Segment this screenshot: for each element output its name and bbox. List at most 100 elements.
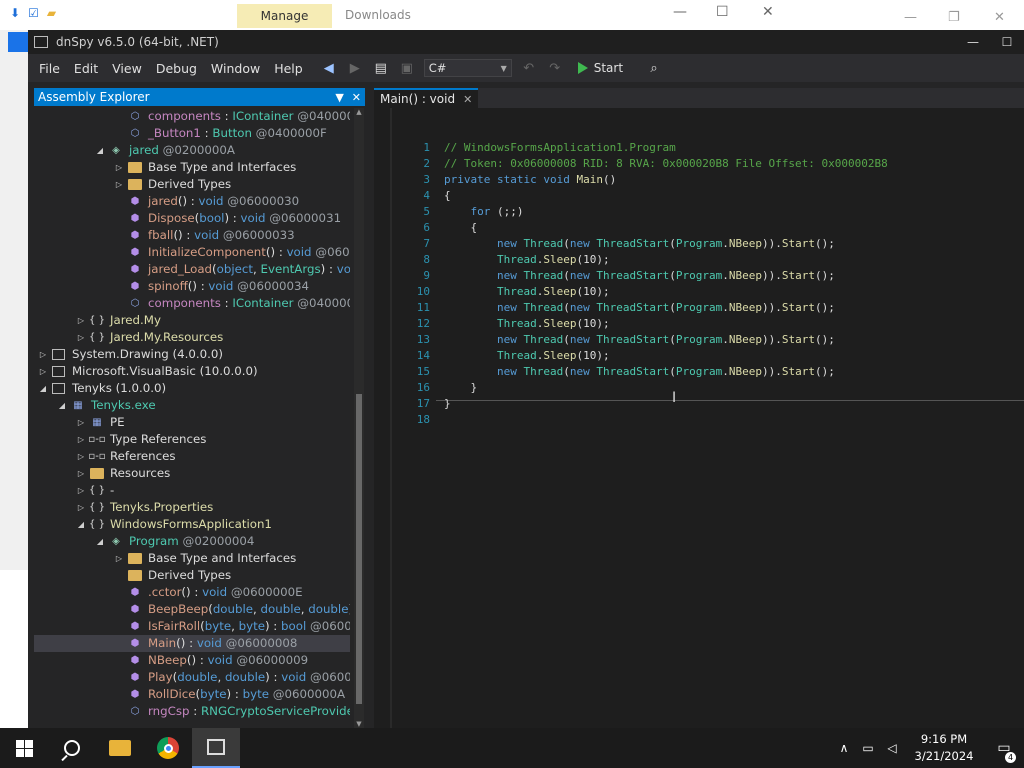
tree-node[interactable]: ⬢ jared_Load(object, EventArgs) : void @ bbox=[34, 261, 350, 278]
clock[interactable]: 9:16 PM 3/21/2024 bbox=[904, 731, 984, 765]
checkbox-icon[interactable]: ☑ bbox=[28, 6, 39, 20]
tree-node[interactable]: ⬢ .cctor() : void @0600000E bbox=[34, 584, 350, 601]
tree-node[interactable]: ▷ ▫-▫ References bbox=[34, 448, 350, 465]
navigate-back-icon[interactable]: ◀ bbox=[320, 59, 338, 77]
expand-arrow-icon[interactable]: ▷ bbox=[76, 312, 86, 329]
tree-node[interactable]: ▷{ } Tenyks.Properties bbox=[34, 499, 350, 516]
expand-arrow-icon[interactable]: ▷ bbox=[114, 159, 124, 176]
tree-node[interactable]: ▷{ } - bbox=[34, 482, 350, 499]
manage-ribbon-tab[interactable]: Manage bbox=[237, 4, 332, 28]
chrome-button[interactable] bbox=[144, 728, 192, 768]
code-editor[interactable]: I 1// WindowsFormsApplication1.Program 2/… bbox=[374, 108, 1024, 728]
tree-node[interactable]: ⬢ Dispose(bool) : void @06000031 bbox=[34, 210, 350, 227]
search-icon[interactable]: ⌕ bbox=[645, 59, 663, 77]
save-icon[interactable]: ▣ bbox=[398, 59, 416, 77]
start-debug-button[interactable]: Start bbox=[577, 61, 623, 75]
expand-arrow-icon[interactable]: ▷ bbox=[38, 363, 48, 380]
expand-arrow-icon[interactable]: ▷ bbox=[114, 550, 124, 567]
panel-menu-icon[interactable]: ▼ bbox=[335, 91, 343, 104]
expand-arrow-icon[interactable]: ▷ bbox=[76, 499, 86, 516]
menu-edit[interactable]: Edit bbox=[67, 61, 105, 76]
navigate-forward-icon[interactable]: ▶ bbox=[346, 59, 364, 77]
tree-node[interactable]: ▷ ▫-▫ Type References bbox=[34, 431, 350, 448]
scrollbar-thumb[interactable] bbox=[356, 394, 362, 704]
tree-node[interactable]: ◢ ▦ Tenyks.exe bbox=[34, 397, 350, 414]
scroll-down-icon[interactable]: ▼ bbox=[354, 720, 364, 728]
tree-node[interactable]: ▷ Base Type and Interfaces bbox=[34, 159, 350, 176]
search-button[interactable] bbox=[48, 728, 96, 768]
menu-file[interactable]: File bbox=[32, 61, 67, 76]
tree-node[interactable]: ▷ System.Drawing (4.0.0.0) bbox=[34, 346, 350, 363]
explorer-scrollbar[interactable]: ▲ ▼ bbox=[354, 108, 364, 728]
expand-arrow-icon[interactable]: ▷ bbox=[114, 176, 124, 193]
file-explorer-button[interactable] bbox=[96, 728, 144, 768]
bg-maximize-button[interactable]: ☐ bbox=[716, 4, 729, 20]
panel-close-icon[interactable]: ✕ bbox=[352, 91, 361, 104]
tree-node[interactable]: ▷ Resources bbox=[34, 465, 350, 482]
collapse-arrow-icon[interactable]: ◢ bbox=[95, 142, 105, 159]
scroll-up-icon[interactable]: ▲ bbox=[354, 108, 364, 116]
tree-node[interactable]: ⬢ jared() : void @06000030 bbox=[34, 193, 350, 210]
tree-node[interactable]: ⬡ rngCsp : RNGCryptoServiceProvider @ bbox=[34, 703, 350, 720]
start-button[interactable] bbox=[0, 728, 48, 768]
tree-node[interactable]: ▷{ } Jared.My.Resources bbox=[34, 329, 350, 346]
tree-node[interactable]: ⬡ _Button1 : Button @0400000F bbox=[34, 125, 350, 142]
tree-node[interactable]: ▷ ▦ PE bbox=[34, 414, 350, 431]
tree-node[interactable]: ⬢ Play(double, double) : void @0600000 bbox=[34, 669, 350, 686]
menu-view[interactable]: View bbox=[105, 61, 149, 76]
outer-minimize-button[interactable]: — bbox=[904, 10, 917, 25]
tree-node[interactable]: ⬢ fball() : void @06000033 bbox=[34, 227, 350, 244]
menu-window[interactable]: Window bbox=[204, 61, 267, 76]
chevron-up-icon[interactable]: ∧ bbox=[832, 741, 856, 755]
tree-node[interactable]: ⬡ components : IContainer @04000010 bbox=[34, 295, 350, 312]
tree-node[interactable]: ▷ Base Type and Interfaces bbox=[34, 550, 350, 567]
download-arrow-icon[interactable]: ⬇ bbox=[10, 6, 20, 20]
tree-node[interactable]: ⬢ Main() : void @06000008 bbox=[34, 635, 350, 652]
tree-node[interactable]: ⬢ IsFairRoll(byte, byte) : bool @0600000E bbox=[34, 618, 350, 635]
collapse-arrow-icon[interactable]: ◢ bbox=[95, 533, 105, 550]
minimize-button[interactable]: — bbox=[956, 30, 990, 54]
tree-node[interactable]: ◢ Tenyks (1.0.0.0) bbox=[34, 380, 350, 397]
outer-close-button[interactable]: ✕ bbox=[994, 10, 1005, 25]
bg-minimize-button[interactable]: — bbox=[673, 4, 687, 20]
tree-node[interactable]: ▷ Derived Types bbox=[34, 176, 350, 193]
expand-arrow-icon[interactable]: ▷ bbox=[76, 465, 86, 482]
tree-node[interactable]: ▷{ } Jared.My bbox=[34, 312, 350, 329]
language-select[interactable]: C# ▼ bbox=[423, 59, 512, 77]
tab-main-void[interactable]: Main() : void ✕ bbox=[374, 88, 479, 108]
tab-close-icon[interactable]: ✕ bbox=[463, 93, 472, 106]
tree-node[interactable]: Derived Types bbox=[34, 567, 350, 584]
network-icon[interactable]: ▭ bbox=[856, 741, 880, 755]
tree-node[interactable]: ⬢ RollDice(byte) : byte @0600000A bbox=[34, 686, 350, 703]
tree-node[interactable]: ⬢ NBeep() : void @06000009 bbox=[34, 652, 350, 669]
tree-node[interactable]: ◢ ◈ jared @0200000A bbox=[34, 142, 350, 159]
collapse-arrow-icon[interactable]: ◢ bbox=[57, 397, 67, 414]
redo-icon[interactable]: ↷ bbox=[546, 59, 564, 77]
collapse-arrow-icon[interactable]: ◢ bbox=[76, 516, 86, 533]
bg-close-button[interactable]: ✕ bbox=[762, 4, 774, 20]
expand-arrow-icon[interactable]: ▷ bbox=[76, 414, 86, 431]
expand-arrow-icon[interactable]: ▷ bbox=[76, 448, 86, 465]
tree-node[interactable]: ◢{ } WindowsFormsApplication1 bbox=[34, 516, 350, 533]
collapse-arrow-icon[interactable]: ◢ bbox=[38, 380, 48, 397]
tree-node[interactable]: ▷ Microsoft.VisualBasic (10.0.0.0) bbox=[34, 363, 350, 380]
tree-node[interactable]: ⬢ InitializeComponent() : void @0600003 bbox=[34, 244, 350, 261]
tree-node[interactable]: ⬡ components : IContainer @0400000E bbox=[34, 108, 350, 125]
volume-muted-icon[interactable]: ◁ bbox=[880, 741, 904, 755]
expand-arrow-icon[interactable]: ▷ bbox=[76, 482, 86, 499]
undo-icon[interactable]: ↶ bbox=[520, 59, 538, 77]
menu-help[interactable]: Help bbox=[267, 61, 310, 76]
outer-restore-button[interactable]: ❐ bbox=[948, 10, 960, 25]
notification-button[interactable]: ▭ 4 bbox=[984, 740, 1024, 763]
tree-node[interactable]: ⬢ BeepBeep(double, double, double) : vo bbox=[34, 601, 350, 618]
expand-arrow-icon[interactable]: ▷ bbox=[76, 329, 86, 346]
menu-debug[interactable]: Debug bbox=[149, 61, 204, 76]
expand-arrow-icon[interactable]: ▷ bbox=[76, 431, 86, 448]
expand-arrow-icon[interactable]: ▷ bbox=[38, 346, 48, 363]
dnspy-taskbar-button[interactable] bbox=[192, 728, 240, 768]
tree-node[interactable]: ⬢ spinoff() : void @06000034 bbox=[34, 278, 350, 295]
folder-icon[interactable]: ▰ bbox=[47, 6, 56, 20]
open-file-icon[interactable]: ▤ bbox=[372, 59, 390, 77]
maximize-button[interactable]: ☐ bbox=[990, 30, 1024, 54]
tree-node[interactable]: ◢ ◈ Program @02000004 bbox=[34, 533, 350, 550]
